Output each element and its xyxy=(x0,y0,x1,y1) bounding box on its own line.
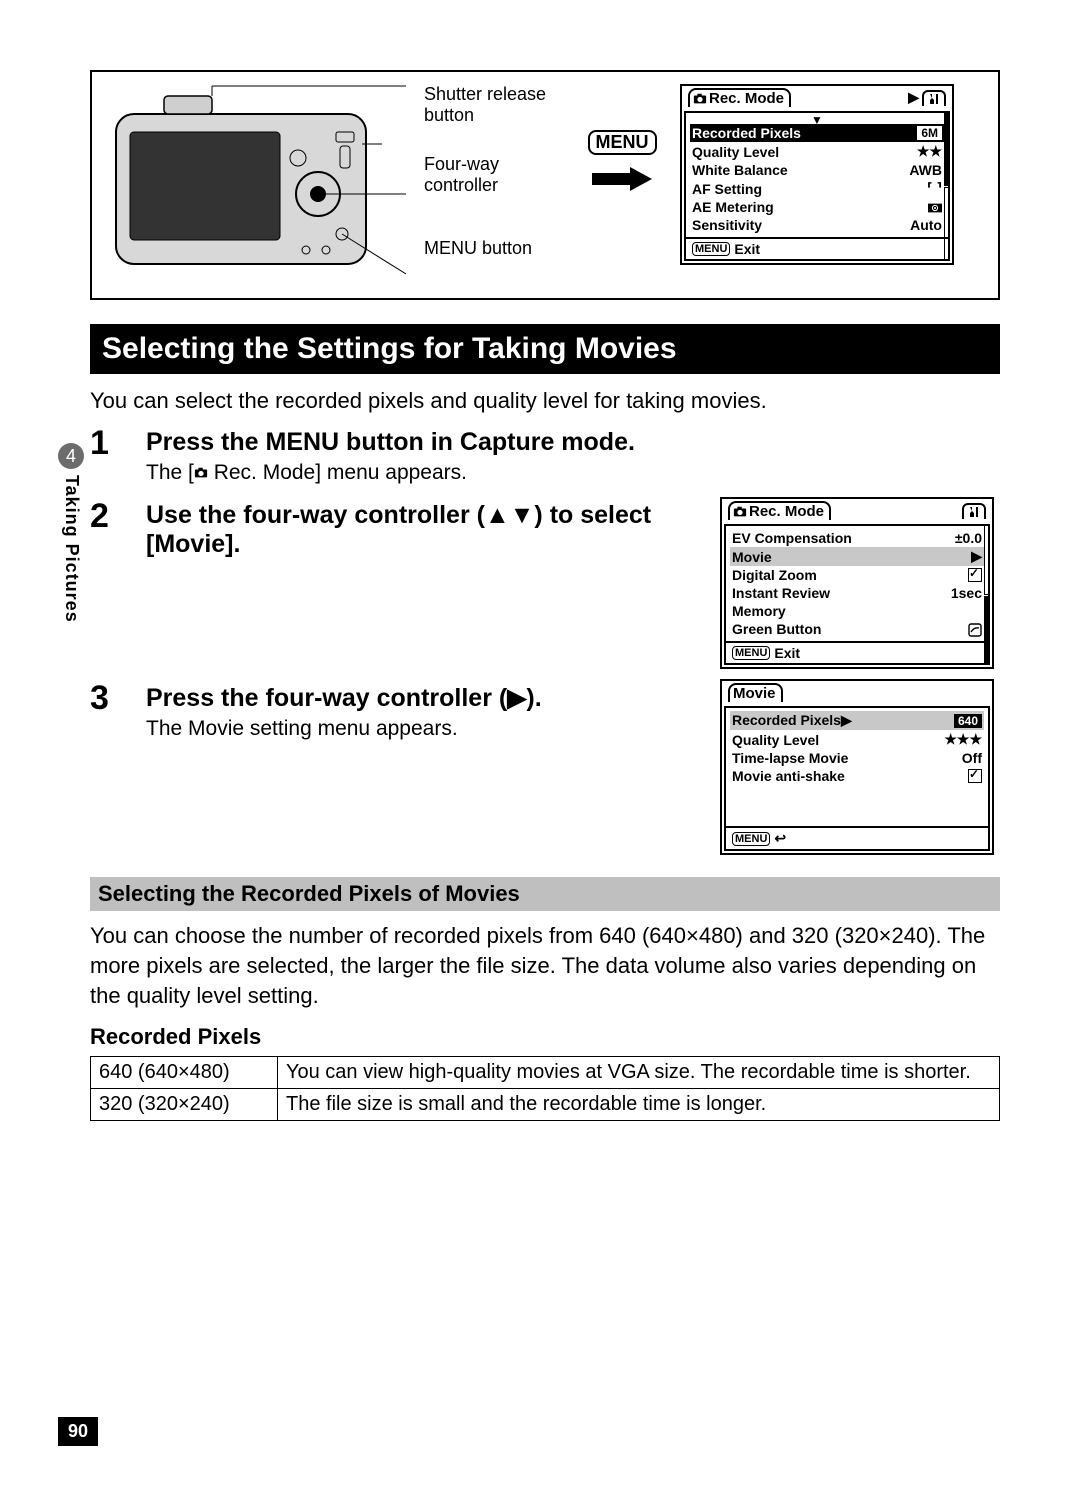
lcd1-row2-val: AWB xyxy=(909,162,942,178)
lcd3-row0-label: Recorded Pixels xyxy=(732,712,841,728)
check-icon xyxy=(968,769,982,783)
lcd2-row0-label: EV Compensation xyxy=(732,530,852,546)
lcd-screen-movie: Movie Recorded Pixels▶640 Quality Level★… xyxy=(720,679,994,855)
chapter-number: 4 xyxy=(58,443,84,469)
step1-title: Press the MENU button in Capture mode. xyxy=(146,428,1000,457)
lcd1-row4-label: AE Metering xyxy=(692,199,774,215)
lcd2-title: Rec. Mode xyxy=(749,503,824,520)
lcd2-foot: Exit xyxy=(774,645,800,661)
camera-diagram: Shutter release button Four-way controll… xyxy=(90,70,1000,300)
menu-mini-icon: MENU xyxy=(732,832,770,846)
lcd1-row0-val: 6M xyxy=(917,126,942,140)
chapter-label: Taking Pictures xyxy=(61,475,82,623)
lcd2-row5-label: Green Button xyxy=(732,621,821,637)
lcd2-row3-label: Instant Review xyxy=(732,585,830,601)
lcd3-row1-label: Quality Level xyxy=(732,732,819,748)
lcd1-row2-label: White Balance xyxy=(692,162,788,178)
camera-back-illustration xyxy=(106,84,406,284)
side-tab: 4 Taking Pictures xyxy=(58,443,84,623)
lcd2-scrollbar xyxy=(984,525,990,665)
lcd2-row3-val: 1sec xyxy=(951,585,982,601)
check-icon xyxy=(968,568,982,582)
tool-icon xyxy=(927,92,941,106)
lcd3-row2-val: Off xyxy=(962,750,982,766)
menu-mini-icon: MENU xyxy=(732,646,770,660)
camera-icon xyxy=(194,466,208,480)
step2-title: Use the four-way controller (▲▼) to sele… xyxy=(146,501,702,559)
camera-icon xyxy=(733,505,747,519)
lcd1-scrollbar xyxy=(944,112,950,261)
table-row: 320 (320×240) The file size is small and… xyxy=(91,1089,1000,1121)
return-icon: ↩ xyxy=(774,830,786,847)
lcd1-foot: Exit xyxy=(734,241,760,257)
step3-num: 3 xyxy=(90,679,146,718)
lcd-screen-rec-mode-1: Rec. Mode ▶ ▼ Recorded Pixels6M Quality … xyxy=(680,84,954,265)
lcd2-row2-label: Digital Zoom xyxy=(732,567,817,583)
section-title: Selecting the Settings for Taking Movies xyxy=(90,324,1000,374)
lcd1-row1-val: ★★ xyxy=(917,143,942,160)
camera-icon xyxy=(693,92,707,106)
lcd3-row0-val: 640 xyxy=(954,714,982,728)
lcd1-row3-label: AF Setting xyxy=(692,181,762,197)
menu-chip: MENU xyxy=(588,130,657,155)
right-arrow-icon xyxy=(592,167,652,191)
step3-title: Press the four-way controller (▶). xyxy=(146,683,702,713)
tool-icon xyxy=(967,505,981,519)
lcd1-row5-label: Sensitivity xyxy=(692,217,762,233)
lcd3-row1-val: ★★★ xyxy=(944,731,982,748)
lcd1-row3-val: ⸢ ⸣ xyxy=(927,180,942,197)
lcd1-title: Rec. Mode xyxy=(709,90,784,107)
lcd1-row1-label: Quality Level xyxy=(692,144,779,160)
subsection-intro: You can choose the number of recorded pi… xyxy=(90,921,1000,1010)
lcd2-row1-label: Movie xyxy=(732,549,772,565)
recorded-pixels-table: 640 (640×480) You can view high-quality … xyxy=(90,1056,1000,1121)
lcd3-row3-label: Movie anti-shake xyxy=(732,768,845,784)
lcd1-row5-val: Auto xyxy=(910,217,942,233)
subsection-title: Selecting the Recorded Pixels of Movies xyxy=(90,877,1000,911)
cell-320-desc: The file size is small and the recordabl… xyxy=(278,1089,1000,1121)
lcd1-row4-val xyxy=(928,199,942,215)
label-shutter: Shutter release button xyxy=(424,84,564,126)
metering-icon xyxy=(928,201,942,215)
lcd-screen-rec-mode-2: Rec. Mode EV Compensation ±0.0 Movie ▶ Dig… xyxy=(720,497,994,669)
menu-mini-icon: MENU xyxy=(692,242,730,256)
table-title: Recorded Pixels xyxy=(90,1024,1000,1050)
lcd3-row2-label: Time-lapse Movie xyxy=(732,750,848,766)
label-menu-button: MENU button xyxy=(424,238,564,259)
cell-320-label: 320 (320×240) xyxy=(91,1089,278,1121)
label-fourway: Four-way controller xyxy=(424,154,564,196)
step1-num: 1 xyxy=(90,424,146,463)
cell-640-label: 640 (640×480) xyxy=(91,1057,278,1089)
cell-640-desc: You can view high-quality movies at VGA … xyxy=(278,1057,1000,1089)
intro-text: You can select the recorded pixels and q… xyxy=(90,388,1000,414)
step2-num: 2 xyxy=(90,497,146,536)
step1-body: The [ Rec. Mode] menu appears. xyxy=(146,461,1000,485)
green-button-icon xyxy=(968,621,982,637)
lcd2-row1-val: ▶ xyxy=(971,548,982,565)
table-row: 640 (640×480) You can view high-quality … xyxy=(91,1057,1000,1089)
page-number: 90 xyxy=(58,1417,98,1446)
lcd3-title: Movie xyxy=(733,685,776,702)
lcd1-row0-label: Recorded Pixels xyxy=(692,125,801,141)
lcd2-row0-val: ±0.0 xyxy=(955,530,982,546)
lcd2-row4-label: Memory xyxy=(732,603,786,619)
step3-body: The Movie setting menu appears. xyxy=(146,717,702,741)
